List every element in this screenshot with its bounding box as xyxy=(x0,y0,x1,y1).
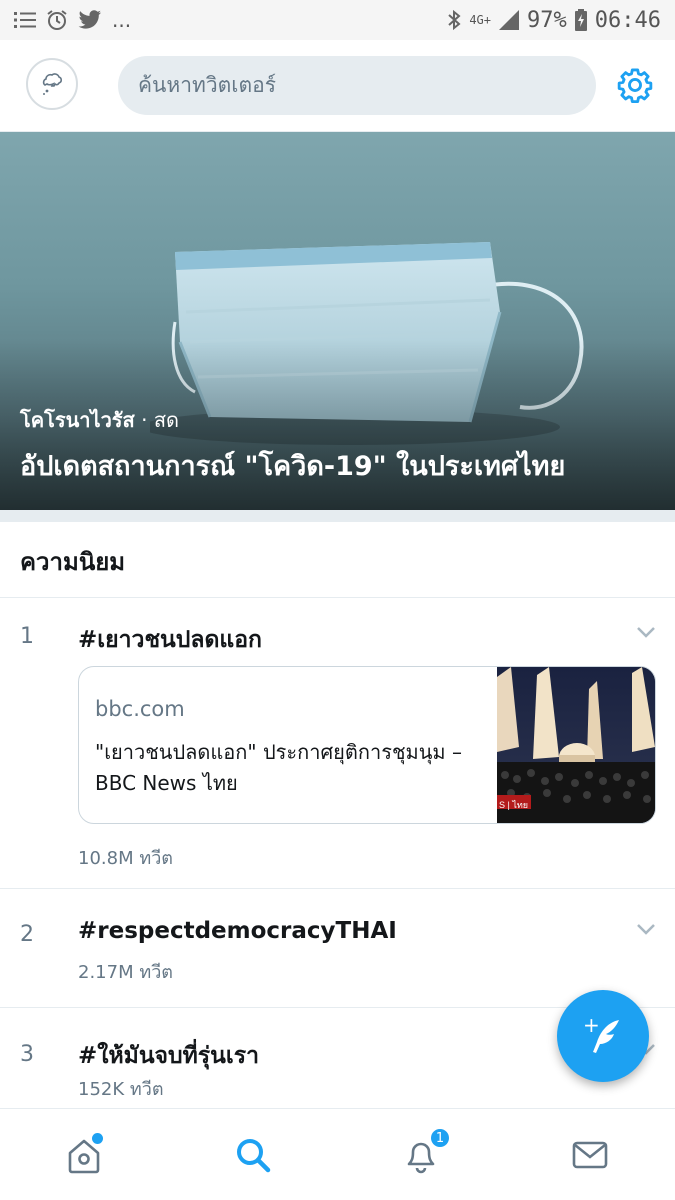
hero-live-label: สด xyxy=(153,408,180,432)
thumbnail-caption: S | ไทย xyxy=(499,800,529,810)
chevron-down-icon xyxy=(637,924,655,935)
network-type: 4G+ xyxy=(469,13,492,27)
search-icon xyxy=(237,1139,271,1173)
avatar-icon xyxy=(42,73,63,95)
compose-tweet-icon: + xyxy=(583,1014,619,1053)
trend-tag[interactable]: #respectdemocracyTHAI xyxy=(78,918,397,944)
news-source: bbc.com xyxy=(95,697,185,721)
nav-search[interactable] xyxy=(229,1131,277,1179)
trend-tag[interactable]: #ให้มันจบที่รุ่นเรา xyxy=(78,1038,259,1074)
news-card[interactable]: bbc.com "เยาวชนปลดแอก" ประกาศยุติการชุมน… xyxy=(78,666,656,824)
nav-home[interactable] xyxy=(60,1131,108,1179)
news-thumbnail: S | ไทย xyxy=(497,667,655,823)
section-title: ความนิยม xyxy=(20,548,126,576)
hero-kicker: โคโรนาไวรัส · สด xyxy=(20,404,179,436)
section-gap xyxy=(0,510,675,522)
trend-rank: 2 xyxy=(20,922,34,947)
status-right: 4G+ 97% 06:46 xyxy=(447,8,661,33)
bottom-nav: 1 xyxy=(0,1108,675,1200)
search-placeholder: ค้นหาทวิตเตอร์ xyxy=(138,73,277,97)
compose-tweet-button[interactable]: + xyxy=(557,990,649,1082)
trend-count: 152K ทวีต xyxy=(78,1079,164,1100)
search-input[interactable]: ค้นหาทวิตเตอร์ xyxy=(118,56,596,115)
trend-count: 10.8M ทวีต xyxy=(78,848,173,869)
compose-plus: + xyxy=(583,1014,600,1037)
trend-tag[interactable]: #เยาวชนปลดแอก xyxy=(78,622,262,658)
bluetooth-icon xyxy=(447,9,461,31)
news-headline: "เยาวชนปลดแอก" ประกาศยุติการชุมนุม – BBC… xyxy=(95,740,462,795)
top-header: ค้นหาทวิตเตอร์ xyxy=(0,40,675,132)
avatar[interactable] xyxy=(26,58,78,110)
twitter-icon xyxy=(78,10,102,30)
signal-icon xyxy=(499,10,520,30)
notifications-badge: 1 xyxy=(429,1127,451,1149)
status-bar: ... 4G+ 97% 06:46 xyxy=(0,0,675,40)
trend-rank: 1 xyxy=(20,624,34,649)
trend-options-button[interactable] xyxy=(632,618,660,646)
home-new-dot xyxy=(92,1133,103,1144)
hero-banner[interactable]: โคโรนาไวรัส · สด อัปเดตสถานการณ์ "โควิด-… xyxy=(0,132,675,510)
trend-count: 2.17M ทวีต xyxy=(78,962,173,983)
trend-options-button[interactable] xyxy=(632,915,660,943)
status-left: ... xyxy=(14,8,131,32)
battery-charging-icon xyxy=(574,9,587,31)
hero-topic: โคโรนาไวรัส xyxy=(20,408,135,432)
messages-icon xyxy=(572,1141,608,1169)
trend-rank: 3 xyxy=(20,1042,34,1067)
battery-level: 97% xyxy=(527,7,567,33)
chevron-down-icon xyxy=(637,627,655,638)
divider xyxy=(0,888,675,889)
list-icon xyxy=(14,11,36,29)
nav-messages[interactable] xyxy=(566,1131,614,1179)
settings-button[interactable] xyxy=(614,64,656,106)
hero-title: อัปเดตสถานการณ์ "โควิด-19" ในประเทศไทย xyxy=(20,451,566,482)
hero-separator: · xyxy=(134,408,154,432)
nav-notifications[interactable]: 1 xyxy=(397,1127,451,1179)
status-more: ... xyxy=(112,8,132,32)
alarm-icon xyxy=(46,9,68,31)
divider xyxy=(0,597,675,598)
clock: 06:46 xyxy=(594,7,661,33)
gear-icon xyxy=(617,68,653,104)
